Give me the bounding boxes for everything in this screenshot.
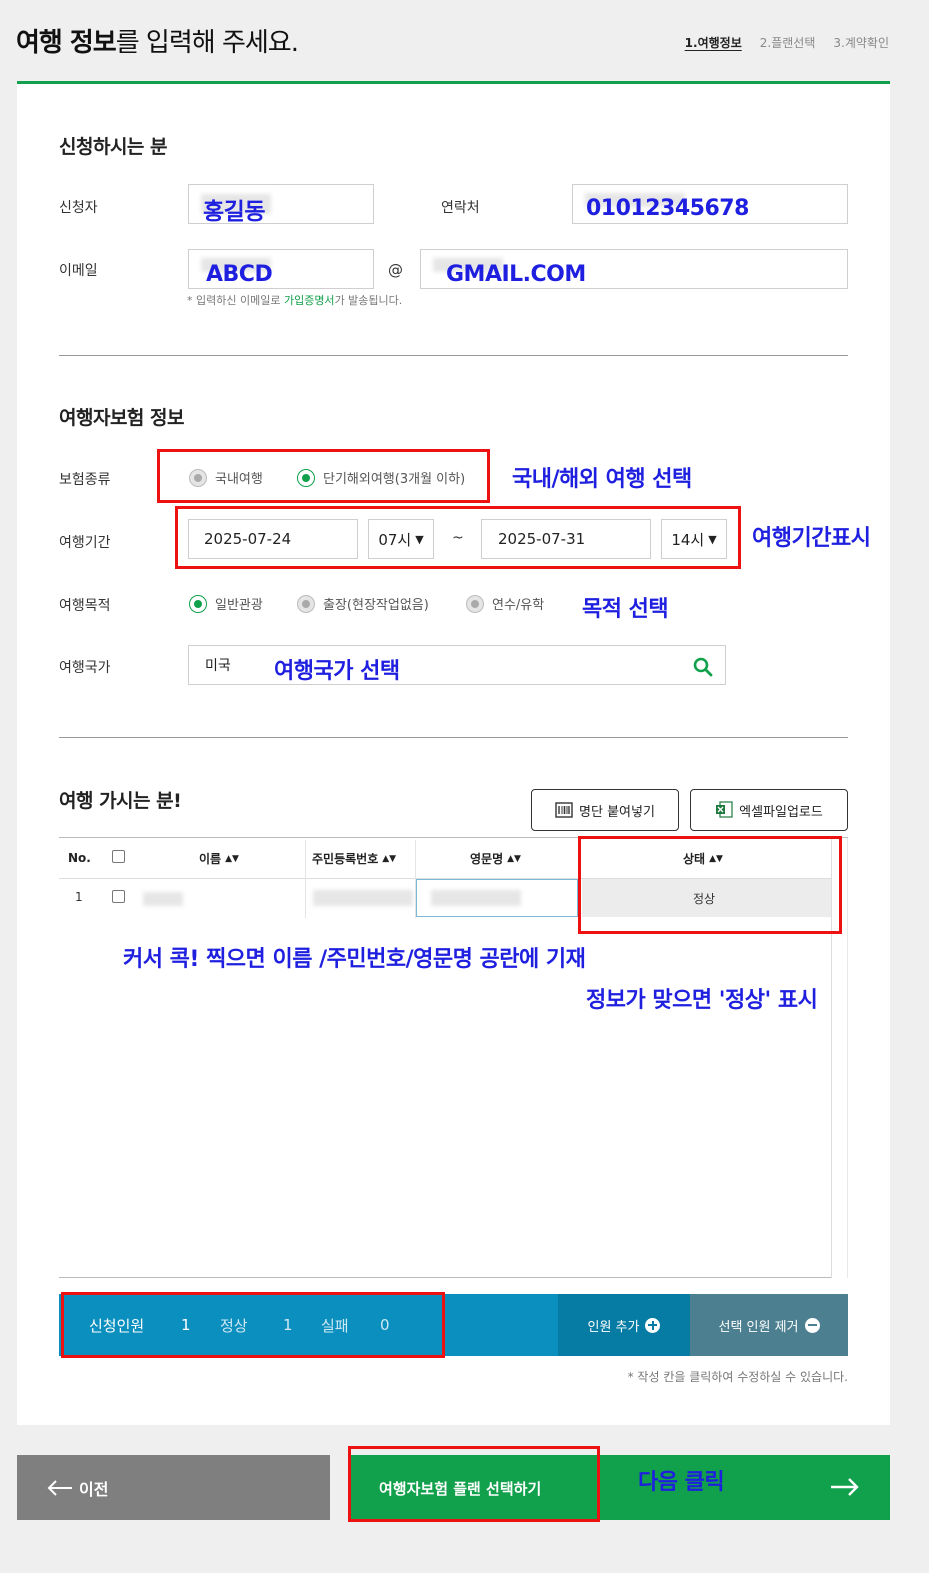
excel-upload-button[interactable]: 엑셀파일업로드 — [690, 789, 848, 831]
applicant-name-value: 홍길동 — [203, 199, 265, 225]
remove-selected-button[interactable]: 선택 인원 제거 — [690, 1294, 848, 1356]
country-value: 미국 — [205, 658, 231, 674]
excel-upload-button-label: 엑셀파일업로드 — [739, 804, 823, 820]
highlight-box-travel-period — [175, 506, 741, 569]
row-name-cell[interactable] — [143, 892, 183, 906]
annotation-purpose-hint: 목적 선택 — [582, 597, 669, 622]
column-header-resident-number[interactable]: 주민등록번호 ▲▼ — [312, 850, 396, 867]
paste-list-button[interactable]: 명단 붙여넣기 — [531, 789, 679, 831]
row-english-name-cell[interactable] — [416, 879, 578, 917]
search-icon[interactable] — [693, 657, 713, 677]
sort-icon: ▲▼ — [382, 853, 397, 864]
row-resident-number-cell[interactable] — [313, 890, 413, 906]
radio-study-indicator[interactable] — [466, 594, 484, 613]
redaction-blur — [431, 890, 521, 906]
highlight-box-summary — [61, 1292, 445, 1358]
applicant-email-label: 이메일 — [59, 263, 98, 279]
applicant-name-label: 신청자 — [59, 200, 98, 216]
column-header-name[interactable]: 이름 ▲▼ — [199, 850, 239, 867]
radio-purpose-business[interactable]: 출장(현장작업없음) — [297, 594, 429, 613]
add-traveler-button[interactable]: 인원 추가 — [558, 1294, 690, 1356]
country-search-input[interactable]: 미국 — [188, 645, 726, 685]
annotation-period-hint: 여행기간표시 — [752, 526, 871, 551]
radio-business-label: 출장(현장작업없음) — [323, 598, 429, 613]
plus-circle-icon — [645, 1317, 661, 1333]
email-note: * 입력하신 이메일로 가입증명서가 발송됩니다. — [187, 294, 403, 307]
annotation-fill-hint: 커서 콕! 찍으면 이름 /주민번호/영문명 공란에 기재 — [123, 947, 586, 972]
select-all-checkbox[interactable] — [112, 850, 125, 863]
table-right-border — [847, 838, 848, 1278]
radio-study-label: 연수/유학 — [492, 598, 545, 613]
radio-business-indicator[interactable] — [297, 594, 315, 613]
column-header-no: No. — [68, 851, 91, 865]
excel-file-icon — [716, 801, 733, 818]
travel-purpose-label: 여행목적 — [59, 598, 111, 614]
highlight-box-status — [578, 836, 842, 934]
arrow-left-icon — [47, 1479, 72, 1496]
table-bottom-border — [59, 1277, 831, 1278]
sort-icon: ▲▼ — [507, 853, 521, 864]
travel-country-label: 여행국가 — [59, 660, 111, 676]
step-1: 1.여행정보 — [684, 36, 742, 50]
step-2: 2.플랜선택 — [759, 36, 816, 50]
annotation-next-hint: 다음 클릭 — [638, 1470, 725, 1495]
section-divider — [59, 737, 848, 738]
radio-sightseeing-label: 일반관광 — [215, 598, 263, 613]
insurance-type-label: 보험종류 — [59, 472, 111, 488]
radio-purpose-sightseeing[interactable]: 일반관광 — [189, 594, 263, 613]
applicant-section-title: 신청하시는 분 — [59, 136, 168, 158]
column-header-english-name[interactable]: 영문명 ▲▼ — [470, 850, 521, 867]
email-local-value: ABCD — [206, 262, 273, 287]
applicant-phone-label: 연락처 — [441, 200, 480, 216]
add-traveler-label: 인원 추가 — [587, 1319, 640, 1335]
sort-icon: ▲▼ — [225, 853, 239, 864]
insurance-section-title: 여행자보험 정보 — [59, 407, 184, 429]
minus-circle-icon — [804, 1317, 820, 1333]
row-number: 1 — [75, 890, 83, 904]
prev-button-label: 이전 — [79, 1479, 109, 1499]
radio-purpose-study[interactable]: 연수/유학 — [466, 594, 544, 613]
email-domain-value: GMAIL.COM — [446, 262, 586, 287]
highlight-box-insurance-type — [157, 449, 490, 503]
edit-note: * 작성 칸을 클릭하여 수정하실 수 있습니다. — [627, 1370, 848, 1384]
step-3: 3.계약확인 — [833, 36, 889, 50]
arrow-right-icon — [831, 1478, 859, 1496]
step-indicator: 1.여행정보 2.플랜선택 3.계약확인 — [685, 34, 889, 51]
annotation-status-hint: 정보가 맞으면 '정상' 표시 — [586, 988, 818, 1013]
remove-selected-label: 선택 인원 제거 — [718, 1319, 799, 1335]
applicant-phone-value: 01012345678 — [586, 196, 749, 221]
radio-sightseeing-indicator[interactable] — [189, 594, 207, 613]
barcode-icon — [555, 802, 573, 818]
row-checkbox[interactable] — [112, 890, 125, 903]
annotation-country-hint: 여행국가 선택 — [274, 659, 400, 684]
paste-list-button-label: 명단 붙여넣기 — [579, 804, 655, 820]
prev-button[interactable]: 이전 — [17, 1455, 330, 1520]
travelers-section-title: 여행 가시는 분! — [59, 790, 182, 812]
section-divider — [59, 355, 848, 356]
page-title: 여행 정보를 입력해 주세요. — [16, 28, 299, 58]
annotation-type-hint: 국내/해외 여행 선택 — [512, 467, 692, 492]
highlight-box-next — [348, 1446, 600, 1522]
travel-period-label: 여행기간 — [59, 535, 111, 551]
email-at-sign: @ — [388, 261, 403, 279]
